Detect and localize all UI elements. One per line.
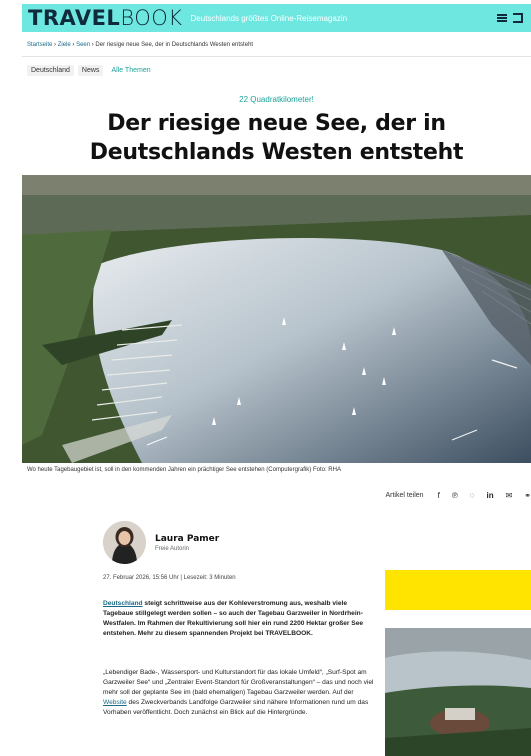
breadcrumb-home[interactable]: Startseite [27,42,52,48]
article-meta: 27. Februar 2026, 15:56 Uhr | Lesezeit: … [103,575,236,581]
mail-icon[interactable]: ✉ [506,491,513,500]
divider [22,56,531,57]
ad-image[interactable] [385,628,531,756]
article-kicker: 22 Quadratkilometer! [239,95,314,104]
share-label: Artikel teilen [385,492,424,499]
author-name[interactable]: Laura Pamer [155,534,219,544]
travelbook-logo[interactable]: TRAVELBOOK [28,6,183,30]
tag-deutschland[interactable]: Deutschland [27,65,74,76]
breadcrumb-current: Der riesige neue See, der in Deutschland… [95,42,254,48]
link-website[interactable]: Website [103,699,127,706]
logout-icon[interactable] [513,13,523,23]
whatsapp-icon[interactable]: ◌ [470,491,475,500]
article-title: Der riesige neue See, der in Deutschland… [89,111,464,165]
link-deutschland[interactable]: Deutschland [103,600,143,607]
linkedin-icon[interactable]: in [486,491,493,500]
author-box[interactable]: Laura Pamer Freie Autorin [103,521,219,564]
breadcrumb: Startseite › Ziele › Seen › Der riesige … [27,42,254,48]
hero-caption: Wo heute Tagebaugebiet ist, soll in den … [27,467,341,473]
pinterest-icon[interactable]: ℗ [452,491,458,500]
site-header: TRAVELBOOK Deutschlands größtes Online-R… [22,4,531,32]
link-icon[interactable]: ⚭ [524,491,531,500]
advertisement[interactable] [385,570,531,756]
breadcrumb-seen[interactable]: Seen [76,42,90,48]
menu-icon[interactable] [497,13,507,23]
share-bar: Artikel teilen f ℗ ◌ in ✉ ⚭ [385,491,531,500]
author-role: Freie Autorin [155,545,190,552]
site-tagline: Deutschlands größtes Online-Reisemagazin [190,13,348,23]
article-paragraph-1: Deutschland steigt schrittweise aus der … [103,600,364,637]
facebook-icon[interactable]: f [438,491,440,500]
tag-news[interactable]: News [77,65,104,76]
article-paragraph-2: „Lebendiger Bade-, Wassersport- und Kult… [103,669,374,716]
topic-tags: Deutschland News Alle Themen [27,65,155,76]
hero-image [22,175,531,463]
tag-alle-themen[interactable]: Alle Themen [107,65,154,76]
avatar [103,521,146,564]
breadcrumb-ziele[interactable]: Ziele [58,42,71,48]
ad-banner[interactable] [385,570,531,610]
